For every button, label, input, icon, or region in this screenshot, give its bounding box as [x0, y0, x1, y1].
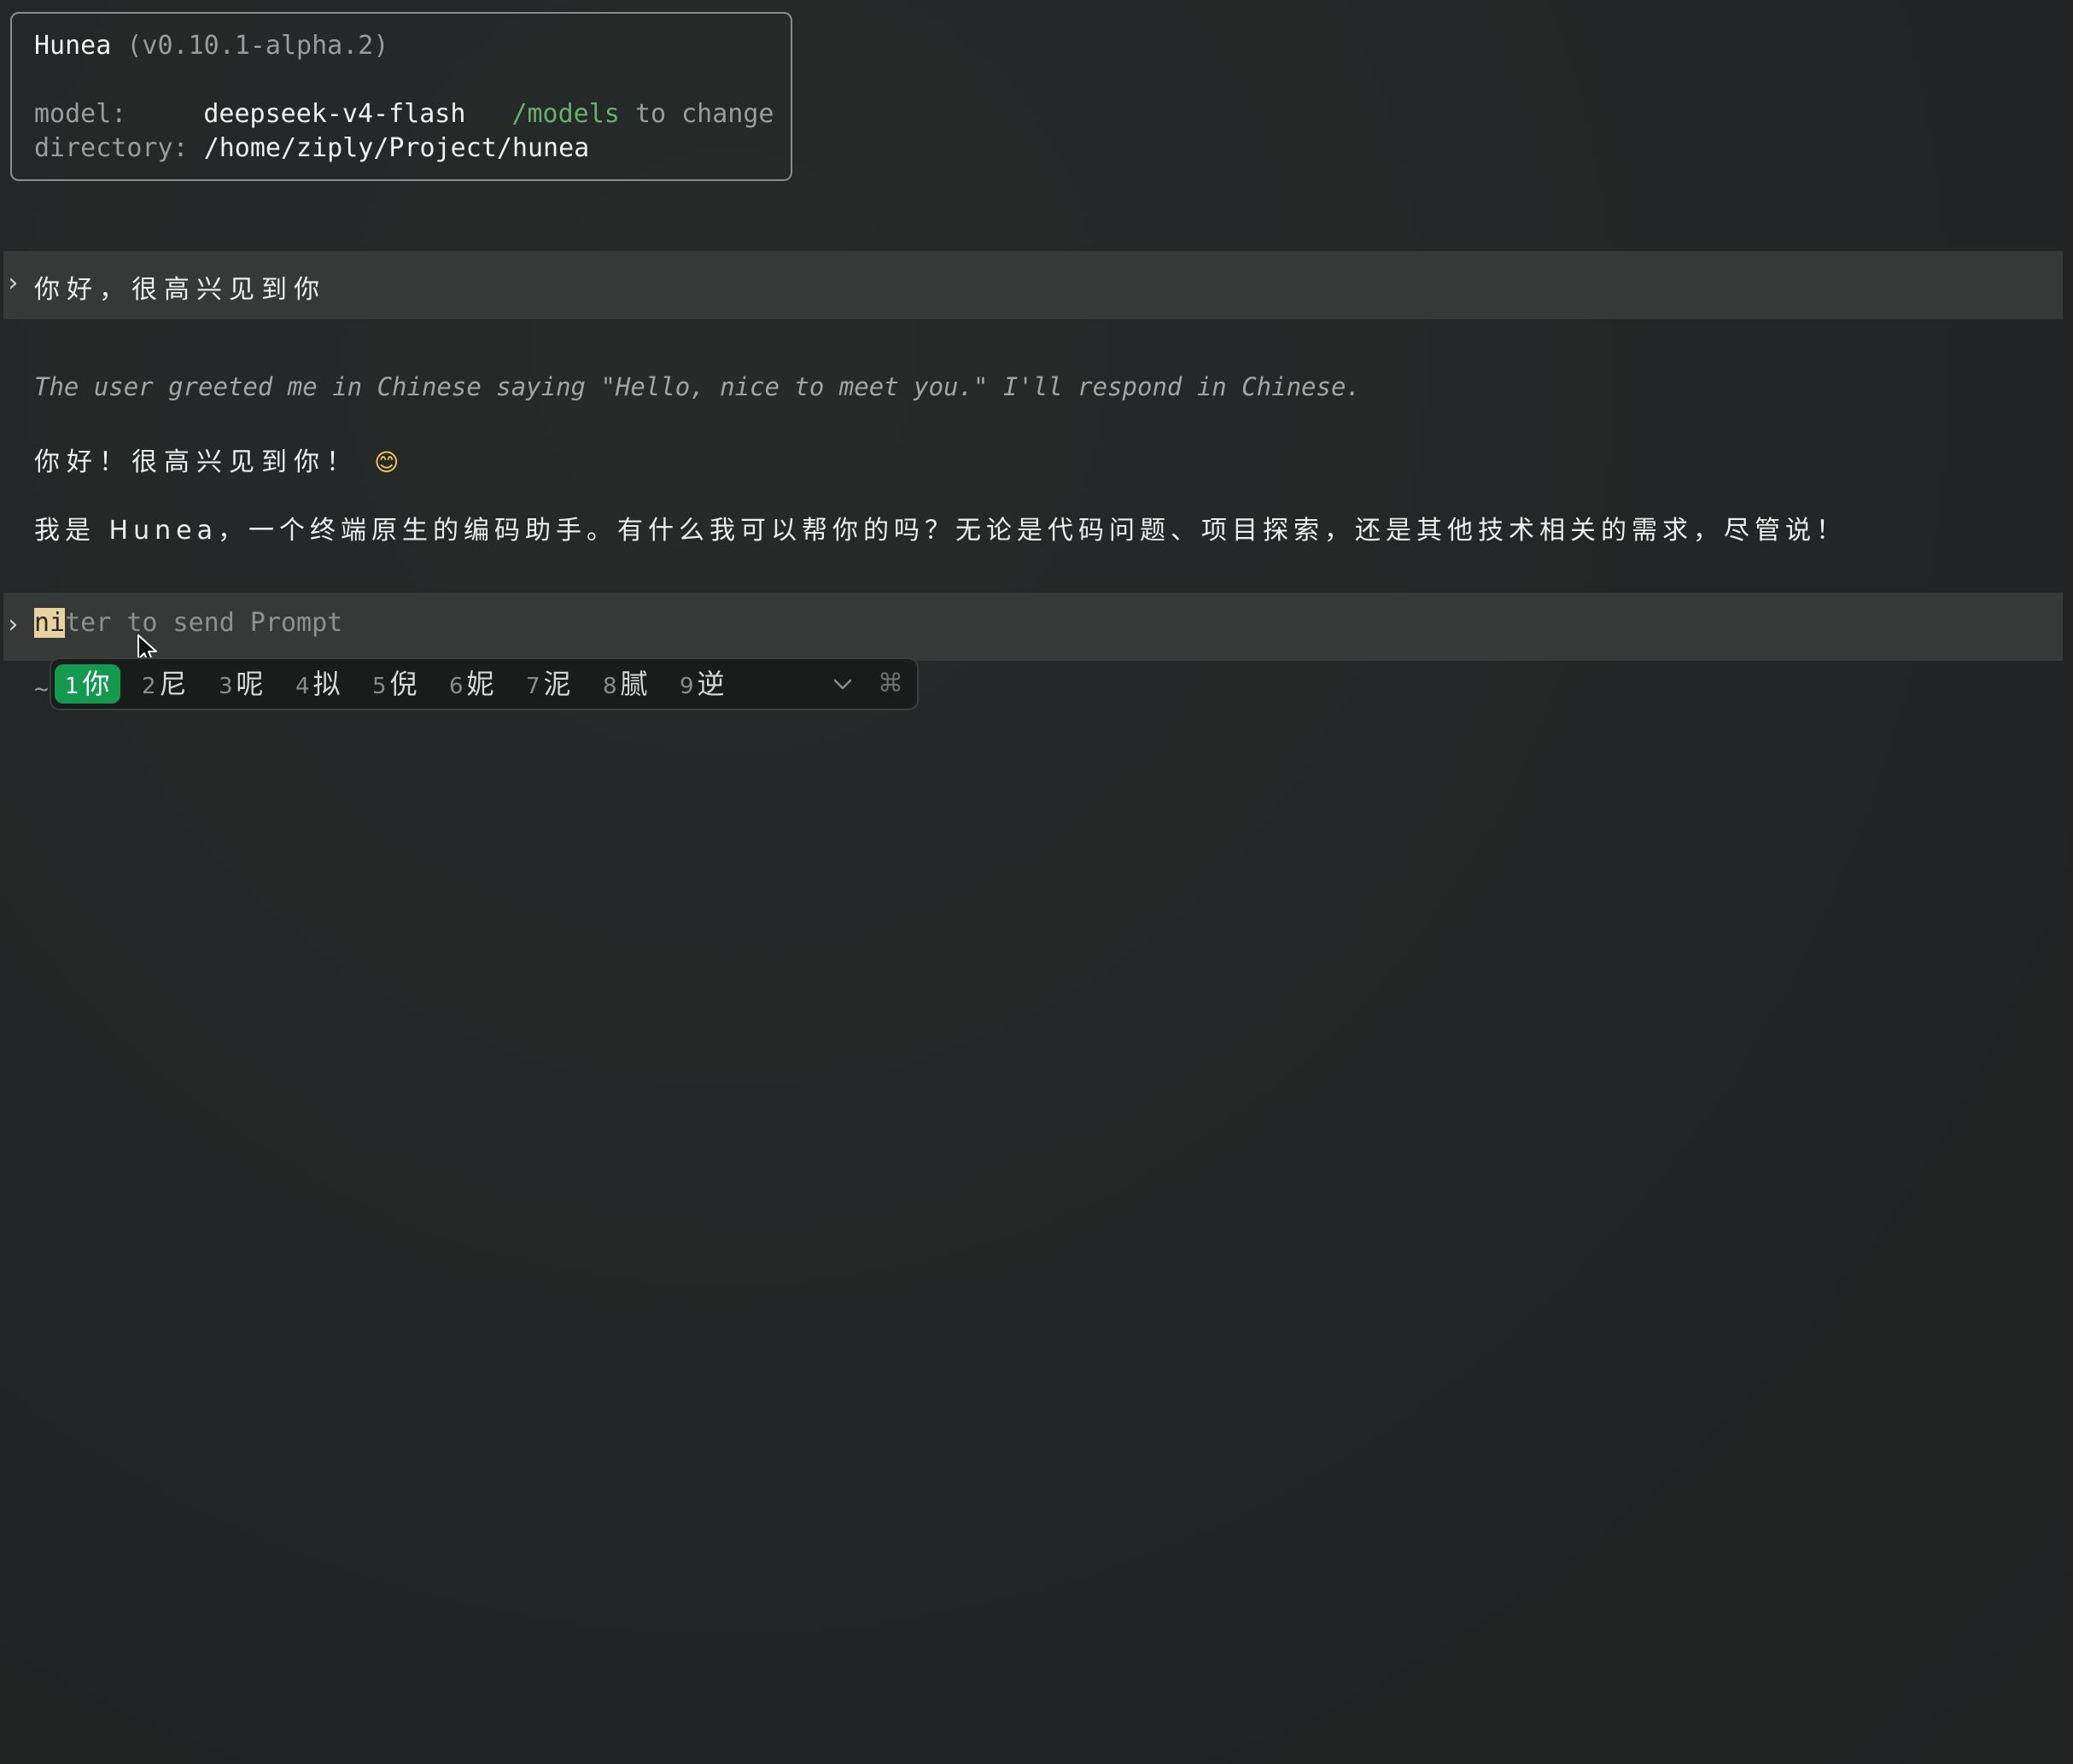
models-command[interactable]: /models	[511, 99, 619, 129]
directory-label: directory:	[34, 133, 189, 163]
reply-greeting: 你好！很高兴见到你！	[34, 447, 359, 477]
input-placeholder: ter to send Prompt	[65, 608, 343, 638]
app-name: Hunea	[34, 31, 112, 61]
input-chevron-icon: ›	[5, 610, 21, 640]
prompt-input[interactable]: niter to send Prompt	[34, 608, 342, 638]
directory-line: directory: /home/ziply/Project/hunea	[34, 133, 589, 163]
command-key-icon[interactable]: ⌘	[876, 669, 905, 698]
user-message: 你好，很高兴见到你	[34, 275, 326, 305]
ime-candidate-4[interactable]: 4拟	[295, 664, 341, 704]
models-hint: to change	[619, 99, 774, 129]
ime-candidate-1[interactable]: 1你	[55, 664, 120, 704]
ime-candidate-3[interactable]: 3呢	[219, 664, 264, 704]
chevron-down-icon[interactable]	[830, 671, 855, 697]
assistant-reply-line-1: 你好！很高兴见到你！ 😊	[34, 441, 399, 478]
directory-value: /home/ziply/Project/hunea	[203, 133, 590, 163]
ime-candidate-7[interactable]: 7泥	[526, 664, 571, 704]
app-version: (v0.10.1-alpha.2)	[126, 31, 389, 61]
model-value: deepseek-v4-flash	[203, 99, 466, 129]
model-label: model:	[34, 99, 127, 129]
model-line: model: deepseek-v4-flash/models to change	[34, 99, 774, 129]
ime-candidate-8[interactable]: 8腻	[603, 664, 648, 704]
ime-candidate-9[interactable]: 9逆	[680, 664, 725, 704]
thinking-text: The user greeted me in Chinese saying "H…	[34, 372, 1361, 401]
ime-candidate-bar: 1你 2尼 3呢 4拟 5倪 6妮 7泥 8腻 9逆 ⌘	[50, 657, 919, 710]
assistant-reply-line-2: 我是 Hunea，一个终端原生的编码助手。有什么我可以帮你的吗？无论是代码问题、…	[34, 516, 1847, 546]
session-info-box: Hunea (v0.10.1-alpha.2) model: deepseek-v…	[10, 12, 792, 181]
prompt-chevron-icon: ›	[5, 268, 21, 298]
empty-line-tilde: ~	[34, 675, 49, 703]
ime-candidate-5[interactable]: 5倪	[372, 664, 418, 704]
ime-candidate-6[interactable]: 6妮	[449, 664, 494, 704]
smile-emoji-icon: 😊	[374, 448, 400, 476]
ime-candidate-2[interactable]: 2尼	[142, 664, 187, 704]
app-title-line: Hunea (v0.10.1-alpha.2)	[34, 31, 388, 61]
ime-composing-text: ni	[34, 608, 66, 638]
